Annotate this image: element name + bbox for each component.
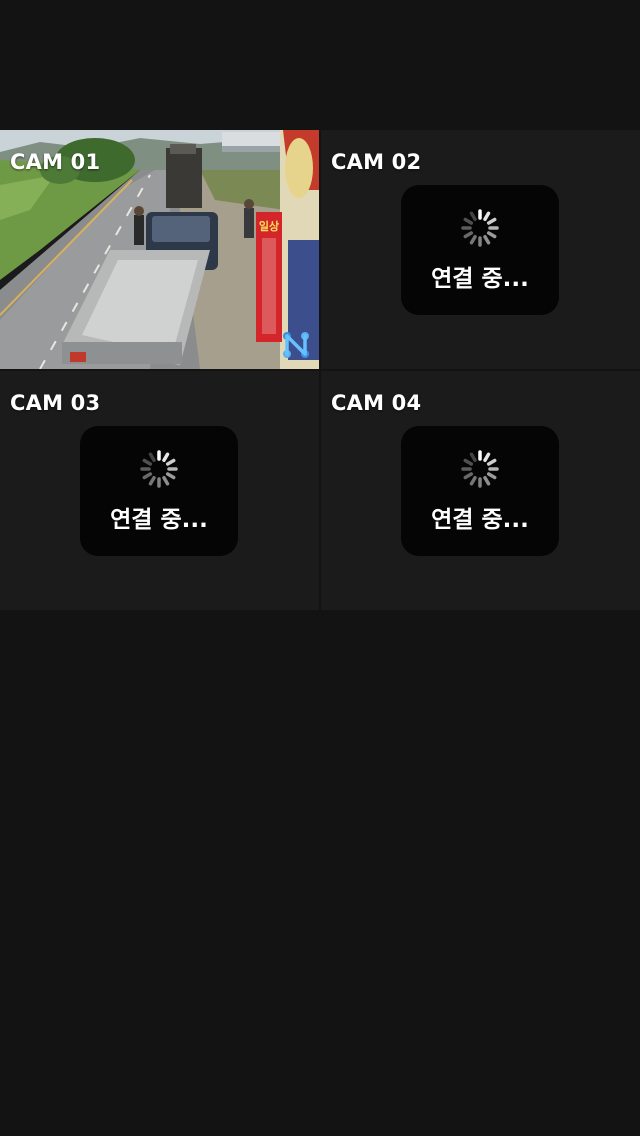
camera-cell-2[interactable]: CAM 02 연결 중... xyxy=(321,130,640,369)
camera-label-3: CAM 03 xyxy=(10,391,101,415)
empty-area xyxy=(0,610,640,1136)
loading-text-3: 연결 중... xyxy=(110,507,208,533)
camera-cell-3[interactable]: CAM 03 연결 중... xyxy=(0,371,319,610)
camera-label-2: CAM 02 xyxy=(331,150,422,174)
camera-cell-1[interactable]: 일상 CAM 01 xyxy=(0,130,319,369)
loading-indicator-3: 연결 중... xyxy=(80,426,238,556)
camera-grid: 일상 CAM 01 CAM 02 연결 중... CAM 03 연결 중... … xyxy=(0,130,640,610)
loading-text-2: 연결 중... xyxy=(431,266,529,292)
banner-text: 일상 xyxy=(259,219,279,233)
network-logo-icon xyxy=(283,332,309,358)
camera-label-1: CAM 01 xyxy=(10,150,101,174)
loading-indicator-4: 연결 중... xyxy=(401,426,559,556)
spinner-icon xyxy=(461,450,499,488)
camera-label-4: CAM 04 xyxy=(331,391,422,415)
top-bar xyxy=(0,0,640,130)
spinner-icon xyxy=(461,209,499,247)
loading-text-4: 연결 중... xyxy=(431,507,529,533)
camera-cell-4[interactable]: CAM 04 연결 중... xyxy=(321,371,640,610)
loading-indicator-2: 연결 중... xyxy=(401,185,559,315)
spinner-icon xyxy=(140,450,178,488)
